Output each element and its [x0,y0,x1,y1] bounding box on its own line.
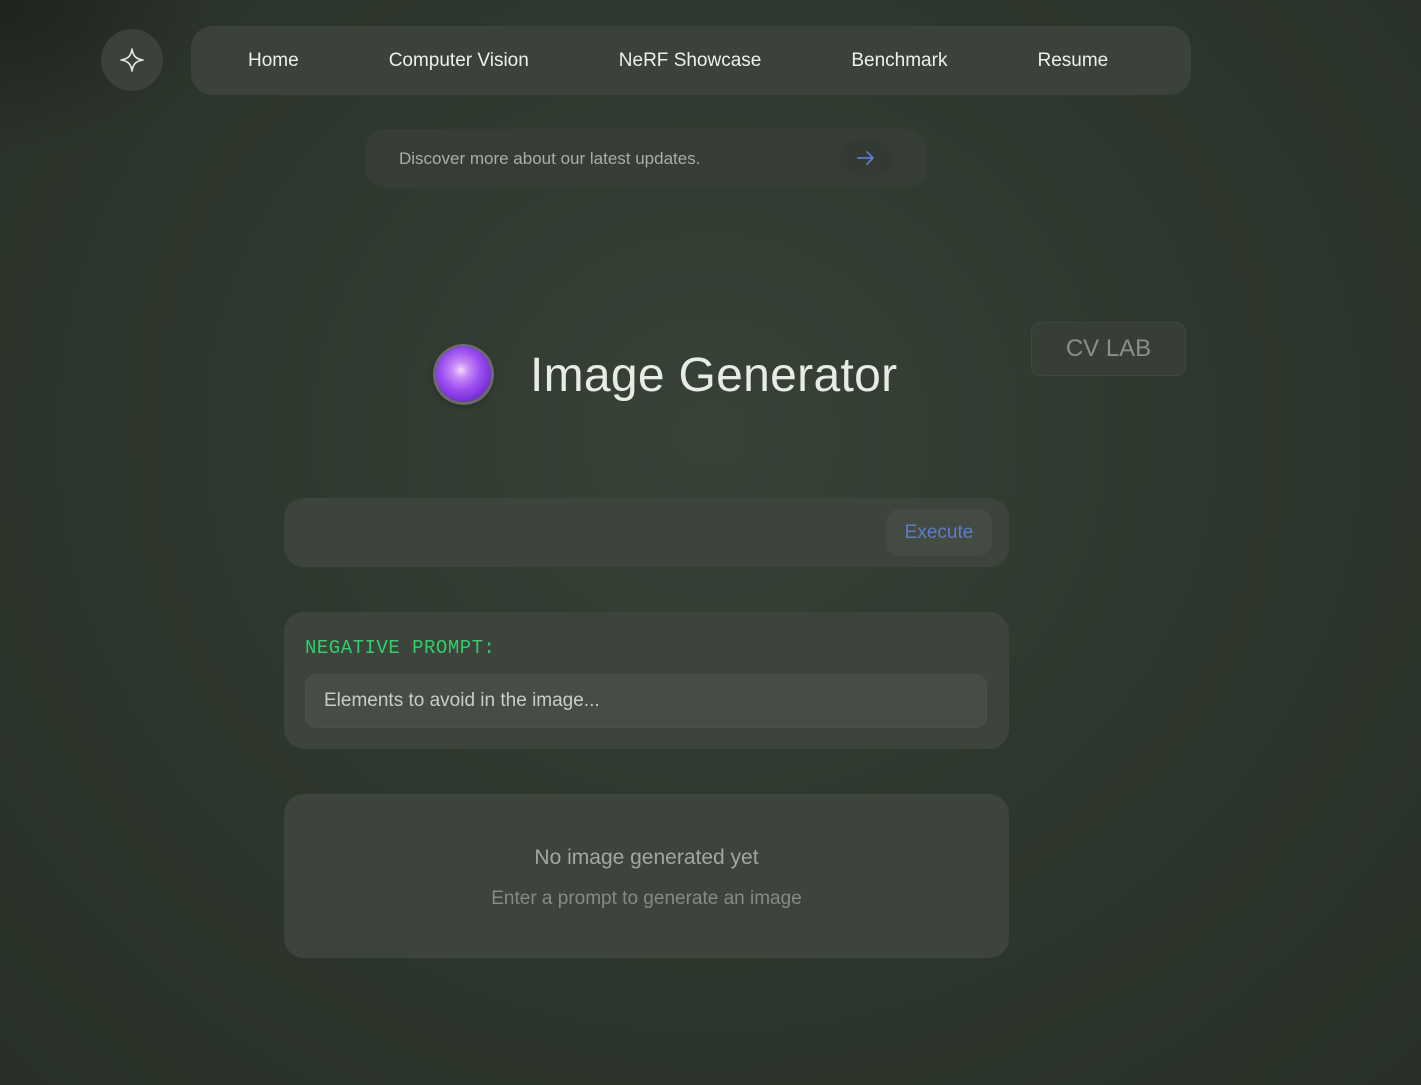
execute-button[interactable]: Execute [886,509,992,556]
page-title: Image Generator [530,349,898,402]
nav-item-computer-vision[interactable]: Computer Vision [389,50,529,72]
announcement-text: Discover more about our latest updates. [399,148,701,168]
logo-button[interactable] [101,29,163,91]
nav-item-benchmark[interactable]: Benchmark [851,50,947,72]
prompt-bar: Execute [284,498,1009,567]
negative-prompt-panel: NEGATIVE PROMPT: Elements to avoid in th… [284,612,1009,749]
negative-prompt-label: NEGATIVE PROMPT: [305,637,496,659]
empty-state-title: No image generated yet [534,846,759,869]
prompt-input[interactable] [304,510,874,555]
empty-state-subtitle: Enter a prompt to generate an image [491,888,802,909]
negative-prompt-input[interactable]: Elements to avoid in the image... [305,674,987,728]
image-output-panel: No image generated yet Enter a prompt to… [284,794,1009,958]
nav-item-nerf-showcase[interactable]: NeRF Showcase [619,50,762,72]
cv-lab-badge[interactable]: CV LAB [1031,322,1186,376]
arrow-right-icon [857,151,874,165]
nav-item-resume[interactable]: Resume [1037,50,1108,72]
sparkle-icon [120,48,144,72]
announcement-banner[interactable]: Discover more about our latest updates. [365,129,927,188]
top-navbar: Home Computer Vision NeRF Showcase Bench… [191,26,1191,95]
announcement-arrow-button[interactable] [840,141,892,175]
orb-icon [436,347,491,402]
nav-item-home[interactable]: Home [248,50,299,72]
